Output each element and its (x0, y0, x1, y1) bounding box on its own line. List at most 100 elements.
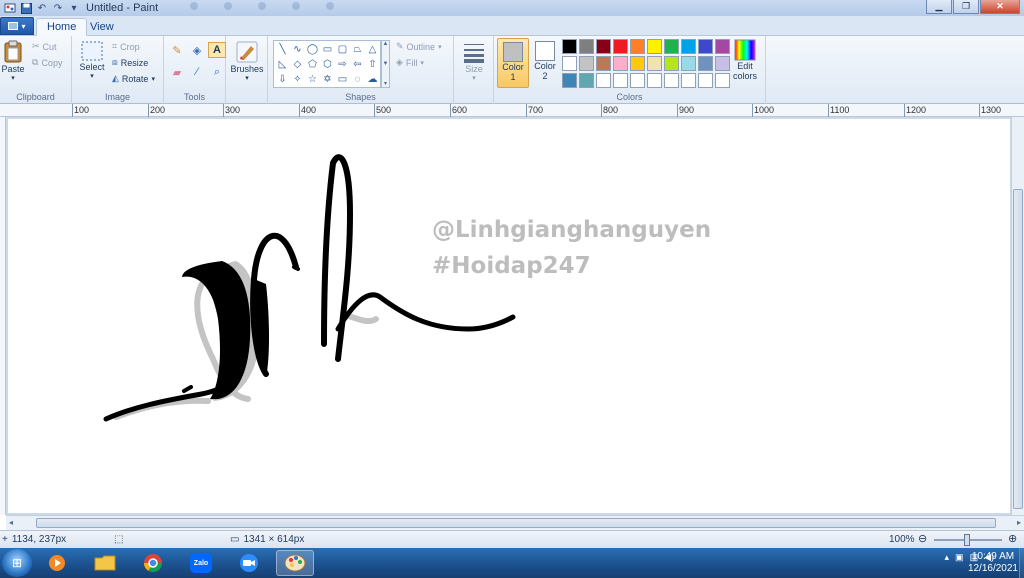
palette-swatch[interactable] (596, 56, 611, 71)
diamond-shape-icon[interactable]: ◇ (290, 57, 305, 72)
line-shape-icon[interactable]: ╲ (275, 42, 290, 57)
up-arrow-shape-icon[interactable]: ⇧ (365, 57, 380, 72)
fill-bucket-icon[interactable]: ◈ (188, 42, 206, 58)
paint-app-icon[interactable] (4, 2, 16, 14)
vertical-scroll-thumb[interactable] (1013, 189, 1023, 509)
palette-swatch[interactable] (698, 56, 713, 71)
oval-shape-icon[interactable]: ◯ (305, 42, 320, 57)
brushes-button[interactable]: Brushes ▾ (229, 40, 265, 82)
color-1-button[interactable]: Color 1 (497, 38, 529, 88)
tray-expand-icon[interactable]: ▴ (945, 552, 950, 563)
outline-button[interactable]: ✎ Outline ▾ (396, 41, 442, 52)
five-point-star-shape-icon[interactable]: ☆ (305, 72, 320, 87)
edit-colors-button[interactable]: Edit colors (728, 39, 762, 81)
palette-swatch[interactable] (647, 56, 662, 71)
qat-dropdown-icon[interactable]: ▾ (68, 2, 80, 14)
start-button[interactable]: ⊞ (2, 549, 32, 577)
palette-swatch[interactable] (562, 73, 577, 88)
copy-button[interactable]: ⧉ Copy (32, 57, 62, 68)
scroll-right-icon[interactable]: ▸ (1017, 518, 1021, 527)
taskbar-clock[interactable]: 10:49 AM 12/16/2021 (968, 551, 1018, 575)
paint-taskbar-button[interactable] (276, 550, 314, 576)
rect-callout-shape-icon[interactable]: ▭ (335, 72, 350, 87)
palette-swatch[interactable] (681, 39, 696, 54)
palette-swatch[interactable] (681, 56, 696, 71)
text-tool-icon[interactable]: A (208, 42, 226, 58)
palette-swatch[interactable] (596, 39, 611, 54)
maximize-button[interactable]: ❐ (953, 0, 979, 14)
close-button[interactable]: ✕ (980, 0, 1020, 14)
palette-swatch[interactable] (630, 56, 645, 71)
zoom-in-button[interactable]: ⊕ (1008, 532, 1017, 545)
color-2-button[interactable]: Color 2 (529, 38, 561, 88)
palette-swatch[interactable] (698, 73, 713, 88)
size-button[interactable]: Size ▾ (459, 40, 489, 82)
fill-button[interactable]: ◈ Fill ▾ (396, 57, 424, 68)
paint-menu-button[interactable]: ▾ (0, 17, 34, 35)
cut-button[interactable]: ✂ Cut (32, 41, 57, 52)
palette-swatch[interactable] (613, 73, 628, 88)
chrome-taskbar-button[interactable] (134, 550, 172, 576)
undo-icon[interactable]: ↶ (36, 2, 48, 14)
color-picker-icon[interactable]: ⁄ (188, 64, 206, 80)
pentagon-shape-icon[interactable]: ⬠ (305, 57, 320, 72)
hexagon-shape-icon[interactable]: ⬡ (320, 57, 335, 72)
cloud-callout-shape-icon[interactable]: ☁ (365, 72, 380, 87)
rounded-rectangle-shape-icon[interactable]: ▢ (335, 42, 350, 57)
redo-icon[interactable]: ↷ (52, 2, 64, 14)
pencil-icon[interactable]: ✎ (168, 42, 186, 58)
save-icon[interactable] (20, 2, 32, 14)
palette-swatch[interactable] (562, 56, 577, 71)
palette-swatch[interactable] (698, 39, 713, 54)
four-point-star-shape-icon[interactable]: ✧ (290, 72, 305, 87)
file-explorer-taskbar-button[interactable] (86, 550, 124, 576)
rotate-button[interactable]: ◭ Rotate ▾ (112, 73, 155, 84)
zoom-taskbar-button[interactable] (230, 550, 268, 576)
curve-shape-icon[interactable]: ∿ (290, 42, 305, 57)
palette-swatch[interactable] (562, 39, 577, 54)
scroll-left-icon[interactable]: ◂ (9, 518, 13, 527)
tray-app-icon[interactable]: ▣ (955, 552, 964, 563)
minimize-button[interactable]: ▁ (926, 0, 952, 14)
palette-swatch[interactable] (579, 56, 594, 71)
horizontal-scroll-thumb[interactable] (36, 518, 996, 528)
eraser-icon[interactable]: ▰ (168, 64, 186, 80)
six-point-star-shape-icon[interactable]: ✡ (320, 72, 335, 87)
tab-view[interactable]: View (80, 18, 124, 36)
vertical-scrollbar[interactable] (1011, 117, 1024, 515)
horizontal-scrollbar[interactable]: ◂ ▸ (6, 515, 1024, 530)
crop-button[interactable]: ⌗ Crop (112, 41, 140, 52)
down-arrow-shape-icon[interactable]: ⇩ (275, 72, 290, 87)
polygon-shape-icon[interactable]: ⏢ (350, 42, 365, 57)
palette-swatch[interactable] (647, 73, 662, 88)
triangle-shape-icon[interactable]: △ (365, 42, 380, 57)
palette-swatch[interactable] (630, 73, 645, 88)
palette-swatch[interactable] (664, 73, 679, 88)
paste-button[interactable]: Paste ▾ (2, 40, 25, 82)
palette-swatch[interactable] (647, 39, 662, 54)
rectangle-shape-icon[interactable]: ▭ (320, 42, 335, 57)
palette-swatch[interactable] (664, 39, 679, 54)
magnifier-icon[interactable]: ⌕ (208, 64, 226, 80)
zalo-taskbar-button[interactable]: Zalo (182, 550, 220, 576)
palette-swatch[interactable] (613, 56, 628, 71)
palette-swatch[interactable] (579, 73, 594, 88)
right-triangle-shape-icon[interactable]: ◺ (275, 57, 290, 72)
drawing-canvas[interactable]: @Linhgianghanguyen #Hoidap247 (8, 119, 1010, 513)
palette-swatch[interactable] (613, 39, 628, 54)
palette-swatch[interactable] (681, 73, 696, 88)
select-button[interactable]: Select ▾ (78, 40, 106, 80)
resize-button[interactable]: ⧈ Resize (112, 57, 148, 68)
palette-swatch[interactable] (664, 56, 679, 71)
right-arrow-shape-icon[interactable]: ⇨ (335, 57, 350, 72)
left-arrow-shape-icon[interactable]: ⇦ (350, 57, 365, 72)
media-player-taskbar-button[interactable] (38, 550, 76, 576)
palette-swatch[interactable] (630, 39, 645, 54)
zoom-out-button[interactable]: ⊖ (918, 532, 927, 545)
zoom-slider-knob[interactable] (964, 534, 970, 546)
shapes-gallery[interactable]: ╲ ∿ ◯ ▭ ▢ ⏢ △ ◺ ◇ ⬠ ⬡ ⇨ ⇦ ⇧ ⇩ ✧ ☆ ✡ ▭ ◌ … (273, 40, 381, 88)
shapes-scroll[interactable]: ▲ ▼ ▾ (381, 40, 390, 88)
palette-swatch[interactable] (579, 39, 594, 54)
oval-callout-shape-icon[interactable]: ◌ (350, 72, 365, 87)
show-desktop-button[interactable] (1019, 548, 1024, 578)
